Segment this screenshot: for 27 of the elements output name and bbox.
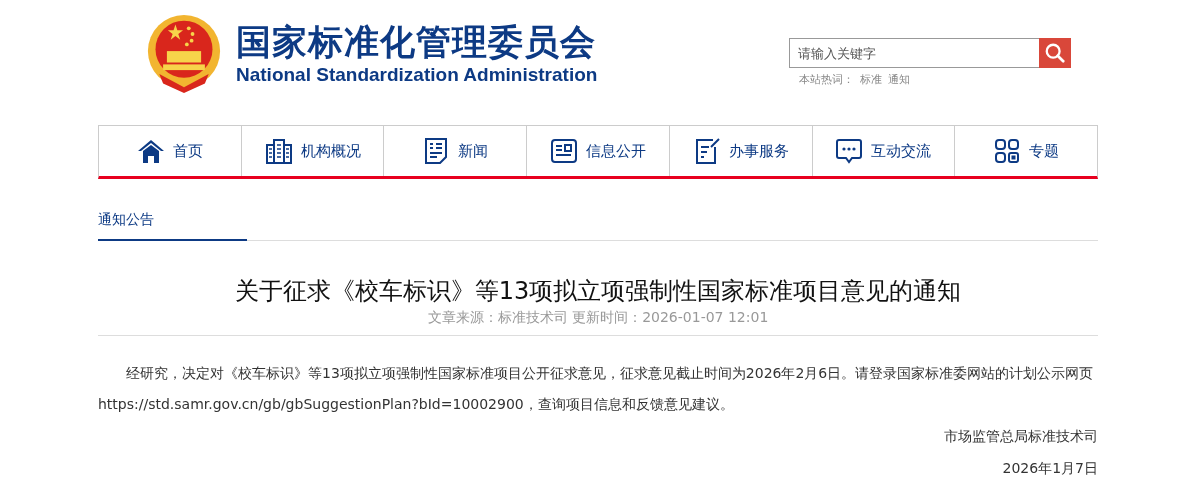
- nav-item[interactable]: 信息公开: [527, 126, 670, 176]
- article-title: 关于征求《校车标识》等13项拟立项强制性国家标准项目意见的通知: [233, 276, 963, 307]
- home-icon: [136, 137, 165, 165]
- site-title: 国家标准化管理委员会: [236, 20, 597, 64]
- nav-item[interactable]: 专题: [955, 126, 1098, 176]
- nav-item[interactable]: 互动交流: [812, 126, 956, 176]
- article-signature: 市场监管总局标准技术司: [943, 427, 1098, 446]
- hot-words-label: 本站热词：: [799, 72, 854, 87]
- article-paragraph: 经研究，决定对《校车标识》等13项拟立项强制性国家标准项目公开征求意见，征求意见截止时间为2026年2月6日。请登录国家标准委网站的计划公示网页https://std.samr.gov.cn/gb/gbSuggestionPlan?bId=10002900，查询项目信息和反馈意见建议。: [98, 364, 1095, 414]
- article-meta: 文章来源：标准技术司 更新时间：2026-01-07 12:01: [98, 309, 1098, 336]
- nav-item[interactable]: 机构概况: [241, 126, 385, 176]
- nav-item[interactable]: 新闻: [384, 126, 528, 176]
- article-date: 2026年1月7日: [1001, 459, 1098, 478]
- building-icon: [264, 137, 293, 165]
- site-subtitle: National Standardization Administration: [236, 63, 598, 86]
- search-button[interactable]: [1039, 38, 1071, 68]
- hot-word-link[interactable]: 通知: [888, 72, 910, 87]
- nav-item[interactable]: 首页: [99, 126, 242, 176]
- hot-word-link[interactable]: 标准: [860, 72, 882, 87]
- chat-icon: [835, 137, 864, 165]
- nav-item[interactable]: 办事服务: [669, 126, 813, 176]
- grid-icon: [993, 137, 1022, 165]
- search-field[interactable]: 请输入关键字: [789, 38, 1039, 68]
- section-heading: 通知公告: [98, 209, 247, 241]
- panel-icon: [550, 137, 578, 165]
- emblem-icon: [146, 12, 222, 93]
- search-icon: [1044, 42, 1066, 64]
